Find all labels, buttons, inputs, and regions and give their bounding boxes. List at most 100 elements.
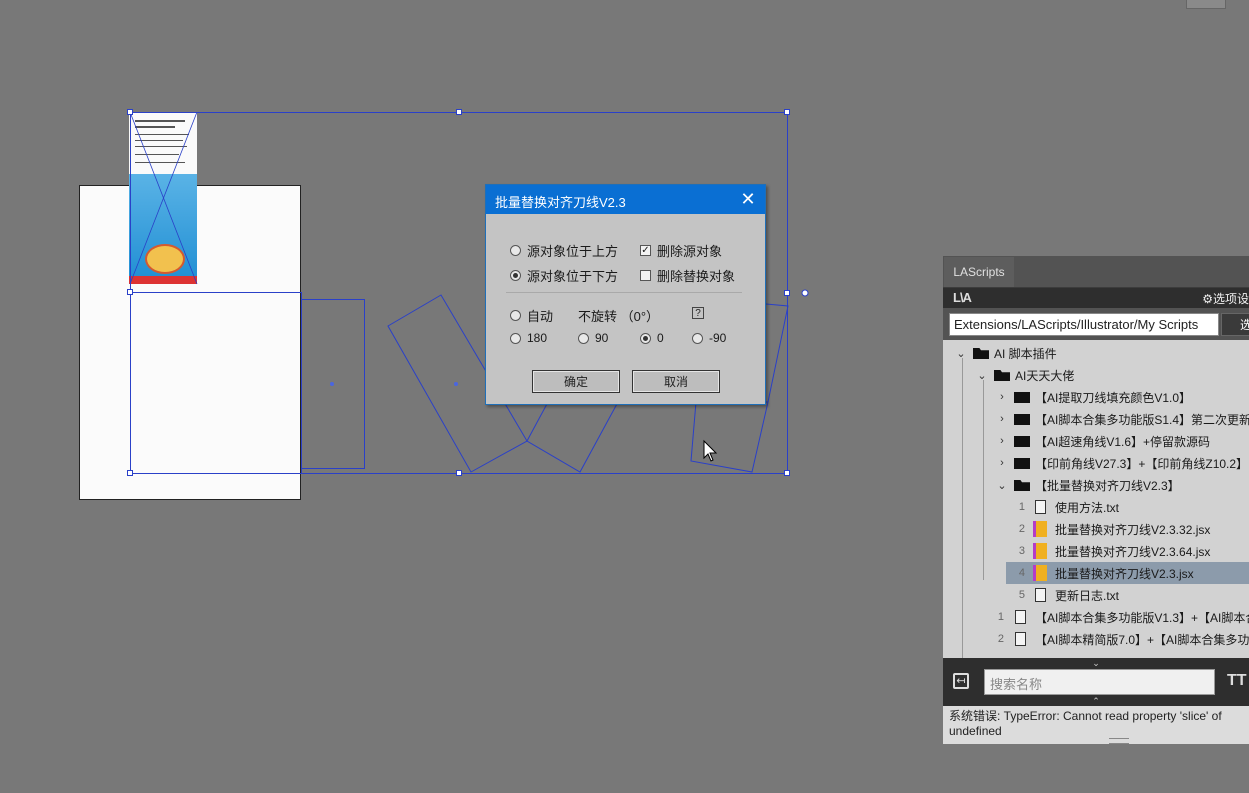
- tree-item-folder[interactable]: ⌄ 【批量替换对齐刀线V2.3】: [943, 474, 1249, 496]
- tree-item-label: 【AI脚本合集多功能版S1.4】第二次更新: [1035, 412, 1249, 427]
- file-index: 1: [1018, 501, 1025, 513]
- tree-item-label: AI天天大佬: [1015, 368, 1075, 383]
- radio-source-above[interactable]: 源对象位于上方: [510, 241, 618, 260]
- guide-shape-6: [765, 303, 789, 403]
- handle-bottom-right: [784, 470, 790, 476]
- chevron-up-icon[interactable]: ⌃: [943, 696, 1249, 706]
- tree-item-label: 批量替换对齐刀线V2.3.jsx: [1055, 566, 1194, 581]
- script-file-icon: [1015, 610, 1026, 624]
- radio-source-above-label: 源对象位于上方: [527, 244, 619, 259]
- tree-item-label: 【AI脚本合集多功能版V1.3】+【AI脚本合: [1035, 610, 1249, 625]
- chevron-right-icon[interactable]: ›: [996, 391, 1008, 403]
- chevron-right-icon[interactable]: ›: [996, 435, 1008, 447]
- radio-circle[interactable]: [510, 310, 521, 321]
- tree-item-label: 【AI超速角线V1.6】+停留款源码: [1035, 434, 1211, 449]
- radio-circle-selected[interactable]: [640, 332, 651, 344]
- tree-item-script[interactable]: 2 【AI脚本精简版7.0】+【AI脚本合集多功: [943, 628, 1249, 650]
- radio-circle[interactable]: [510, 332, 521, 344]
- thumbnail-badge: [145, 244, 185, 274]
- text-file-icon: [1035, 588, 1046, 602]
- divider: [506, 292, 742, 293]
- settings-button[interactable]: ⚙选项设: [1202, 290, 1249, 307]
- checkbox-delete-source-label: 删除源对象: [657, 244, 723, 259]
- tree-item-script[interactable]: 1 【AI脚本合集多功能版V1.3】+【AI脚本合: [943, 606, 1249, 628]
- radio-rotation-0-label: 0: [657, 331, 664, 345]
- text-size-icon[interactable]: TT: [1227, 672, 1247, 690]
- file-index: 2: [997, 633, 1004, 645]
- help-icon[interactable]: ?: [692, 307, 704, 319]
- chevron-down-icon[interactable]: ⌄: [996, 479, 1008, 492]
- dialog-titlebar[interactable]: 批量替换对齐刀线V2.3 ✕: [486, 185, 765, 214]
- chevron-right-icon[interactable]: ›: [996, 413, 1008, 425]
- tree-item-folder[interactable]: ⌄ AI天天大佬: [943, 364, 1249, 386]
- tree-item-file[interactable]: 1 使用方法.txt: [943, 496, 1249, 518]
- tree-item-label: 【批量替换对齐刀线V2.3】: [1035, 478, 1180, 493]
- radio-rotation-90[interactable]: 90: [578, 331, 608, 345]
- chevron-down-icon[interactable]: ⌄: [943, 658, 1249, 668]
- tree-item-label: 【印前角线V27.3】+【印前角线Z10.2】: [1035, 456, 1249, 471]
- export-icon[interactable]: ↤: [953, 673, 969, 689]
- tree-item-file-selected[interactable]: 4 批量替换对齐刀线V2.3.jsx: [1006, 562, 1249, 584]
- tree-item-file[interactable]: 5 更新日志.txt: [943, 584, 1249, 606]
- radio-rotation-minus90[interactable]: -90: [692, 331, 726, 345]
- checkbox-checked-icon[interactable]: ✓: [640, 245, 651, 256]
- radio-rotation-minus90-label: -90: [709, 331, 727, 345]
- chevron-down-icon[interactable]: ⌄: [976, 369, 988, 382]
- radio-rotation-180[interactable]: 180: [510, 331, 547, 345]
- radio-circle[interactable]: [578, 332, 589, 344]
- tree-item-folder[interactable]: ⌄ AI 脚本插件: [943, 342, 1249, 364]
- panel-header: L\A ⚙选项设: [943, 288, 1249, 308]
- handle-top-left: [127, 109, 133, 115]
- handle-top-right: [784, 109, 790, 115]
- radio-rotation-180-label: 180: [527, 331, 548, 345]
- lascripts-panel: LAScripts L\A ⚙选项设 Extensions/LAScripts/…: [943, 256, 1249, 744]
- ok-button[interactable]: 确定: [532, 370, 620, 393]
- checkbox-delete-source[interactable]: ✓ 删除源对象: [640, 241, 722, 260]
- checkbox-box[interactable]: [640, 270, 651, 281]
- text-file-icon: [1035, 500, 1046, 514]
- handle-bottom-center: [456, 470, 462, 476]
- radio-source-below[interactable]: 源对象位于下方: [510, 266, 618, 285]
- chevron-right-icon[interactable]: ›: [996, 457, 1008, 469]
- file-index: 5: [1018, 589, 1025, 601]
- folder-icon: [1014, 414, 1030, 425]
- tree-item-label: 更新日志.txt: [1055, 588, 1120, 603]
- thumbnail-red-strip: [129, 276, 197, 284]
- radio-circle[interactable]: [510, 245, 521, 256]
- radio-rotation-auto-label: 自动: [527, 309, 554, 324]
- path-row: Extensions/LAScripts/Illustrator/My Scri…: [943, 308, 1249, 340]
- tree-item-folder[interactable]: › 【印前角线V27.3】+【印前角线Z10.2】: [943, 452, 1249, 474]
- script-tree: ⌄ AI 脚本插件 ⌄ AI天天大佬 › 【AI提取刀线填充颜色V1.0】 › …: [943, 340, 1249, 658]
- radio-rotation-auto[interactable]: 自动: [510, 306, 553, 325]
- file-index: 3: [1018, 545, 1025, 557]
- tree-item-label: 批量替换对齐刀线V2.3.32.jsx: [1055, 522, 1211, 537]
- status-message: 系统错误: TypeError: Cannot read property 's…: [943, 706, 1249, 744]
- jsx-file-icon: [1033, 565, 1047, 581]
- handle-bottom-left: [127, 470, 133, 476]
- radio-source-below-label: 源对象位于下方: [527, 269, 619, 284]
- radio-circle-selected[interactable]: [510, 270, 521, 281]
- scripts-path-input[interactable]: Extensions/LAScripts/Illustrator/My Scri…: [949, 313, 1219, 336]
- tab-lascripts[interactable]: LAScripts: [944, 257, 1014, 287]
- tree-item-folder[interactable]: › 【AI提取刀线填充颜色V1.0】: [943, 386, 1249, 408]
- chevron-down-icon[interactable]: ⌄: [955, 347, 967, 360]
- thumbnail-text-area: [129, 112, 197, 174]
- close-icon[interactable]: ✕: [739, 189, 757, 209]
- resize-grip[interactable]: [1109, 738, 1129, 744]
- cancel-button[interactable]: 取消: [632, 370, 720, 393]
- radio-rotation-90-label: 90: [595, 331, 609, 345]
- tree-item-file[interactable]: 3 批量替换对齐刀线V2.3.64.jsx: [943, 540, 1249, 562]
- window-corner-control[interactable]: [1186, 0, 1226, 9]
- search-input[interactable]: 搜索名称: [984, 669, 1215, 695]
- tree-item-label: 使用方法.txt: [1055, 500, 1120, 515]
- folder-open-icon: [994, 370, 1010, 381]
- handle-middle-right: [784, 290, 790, 296]
- folder-icon: [1014, 436, 1030, 447]
- tree-item-file[interactable]: 2 批量替换对齐刀线V2.3.32.jsx: [943, 518, 1249, 540]
- choose-path-button[interactable]: 选: [1221, 313, 1249, 336]
- tree-item-folder[interactable]: › 【AI脚本合集多功能版S1.4】第二次更新: [943, 408, 1249, 430]
- radio-rotation-0[interactable]: 0: [640, 331, 664, 345]
- checkbox-delete-replacement[interactable]: 删除替换对象: [640, 266, 735, 285]
- radio-circle[interactable]: [692, 332, 703, 344]
- tree-item-folder[interactable]: › 【AI超速角线V1.6】+停留款源码: [943, 430, 1249, 452]
